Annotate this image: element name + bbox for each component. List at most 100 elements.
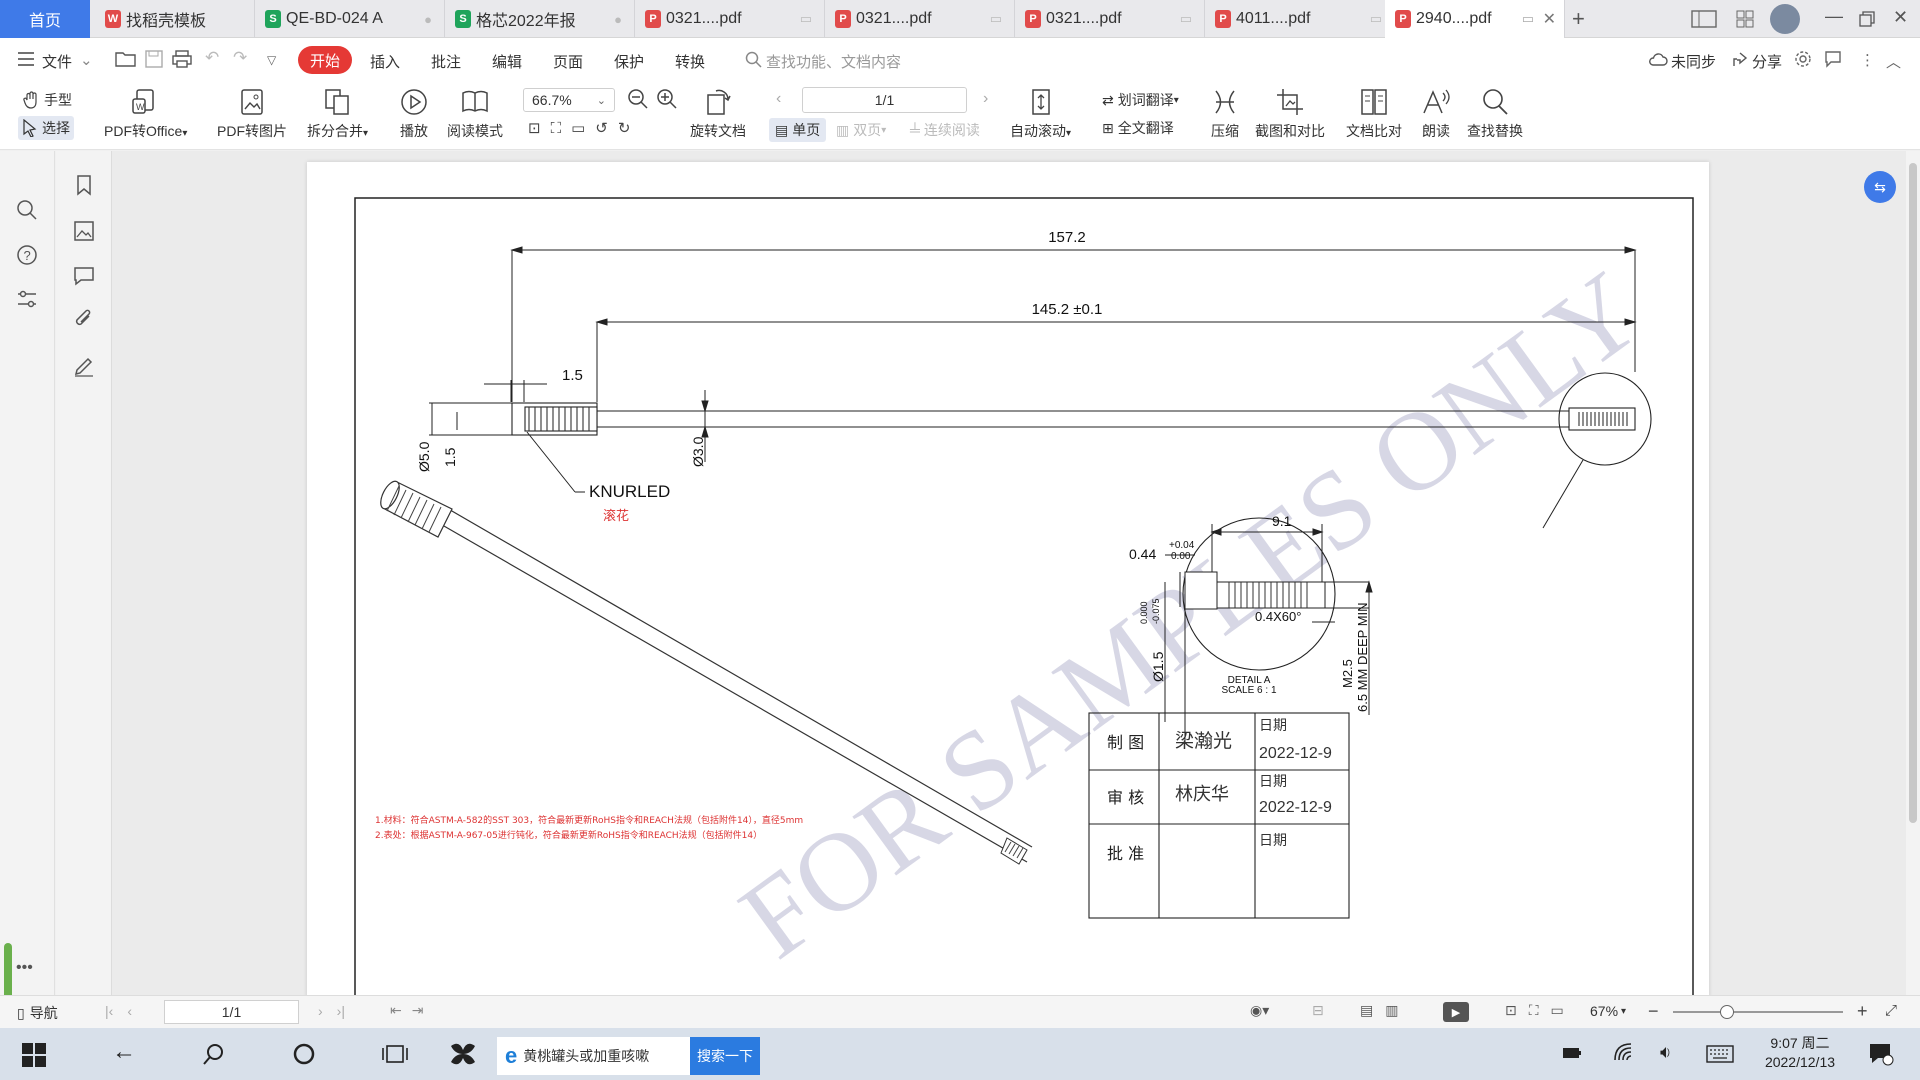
save-icon[interactable]	[145, 50, 163, 68]
grid-apps-icon[interactable]	[1735, 9, 1755, 29]
comment-panel-icon[interactable]	[72, 264, 96, 288]
more-quick-icon[interactable]: ▽	[267, 53, 276, 67]
fit-page-icon[interactable]: ⛶	[551, 120, 562, 137]
minimize-icon[interactable]: —	[1825, 6, 1843, 27]
tab-pdf-1[interactable]: P 0321....pdf ▭	[635, 0, 825, 38]
continuous-status-icon[interactable]: ⊟	[1312, 1002, 1324, 1019]
close-tab-icon[interactable]: ✕	[1543, 9, 1556, 29]
first-page-icon[interactable]: |‹	[105, 1003, 113, 1019]
compress-button[interactable]: 压缩	[1210, 87, 1240, 141]
menu-file[interactable]: 文件	[42, 51, 72, 72]
more-options-icon[interactable]: •••	[16, 959, 33, 977]
next-page-status-icon[interactable]: ›	[318, 1003, 323, 1019]
full-translate-button[interactable]: ⊞ 全文翻译	[1102, 118, 1174, 138]
menu-convert[interactable]: 转换	[675, 51, 705, 72]
wifi-icon[interactable]	[1613, 1042, 1633, 1062]
zoom-in-icon[interactable]	[656, 88, 678, 110]
sync-status[interactable]: 未同步	[1671, 51, 1716, 72]
menu-icon[interactable]	[17, 51, 35, 67]
status-page-input[interactable]: 1/1	[164, 1000, 299, 1024]
clock[interactable]: 9:07 周二 2022/12/13	[1755, 1034, 1845, 1072]
play-button[interactable]: 播放	[399, 87, 429, 141]
bookmark-icon[interactable]	[72, 173, 96, 197]
forward-icon[interactable]: ⇥	[412, 1002, 424, 1019]
last-page-icon[interactable]: ›|	[337, 1003, 345, 1019]
next-page-icon[interactable]: ›	[983, 90, 988, 108]
rotate-left-icon[interactable]: ↺	[595, 119, 608, 137]
pdf-to-office-button[interactable]: W PDF转Office▾	[104, 87, 187, 141]
read-mode-button[interactable]: 阅读模式	[447, 87, 503, 141]
thumbnail-image-icon[interactable]	[72, 219, 96, 243]
zoom-slider[interactable]	[1673, 1011, 1843, 1013]
nav-pane-toggle[interactable]: ▯ 导航	[17, 1003, 58, 1023]
zoom-out-status[interactable]: −	[1648, 1001, 1659, 1022]
taskbar-search-button[interactable]: 搜索一下	[690, 1037, 760, 1075]
split-merge-button[interactable]: 拆分合并▾	[307, 87, 368, 141]
menu-page[interactable]: 页面	[553, 51, 583, 72]
new-tab-icon[interactable]: +	[1572, 6, 1585, 32]
fit-width-icon[interactable]: ▭	[571, 119, 585, 137]
tab-home[interactable]: 首页	[0, 0, 90, 38]
play-status-icon[interactable]: ▶	[1443, 1002, 1469, 1022]
status-zoom[interactable]: 67% ▾	[1590, 1003, 1626, 1019]
sliders-icon[interactable]	[15, 287, 39, 311]
chevron-down-icon[interactable]: ⌄	[80, 51, 93, 69]
actual-size-icon[interactable]: ⊡	[528, 119, 541, 137]
tab-pdf-active[interactable]: P 2940....pdf ▭ ✕	[1385, 0, 1565, 38]
redo-icon[interactable]: ↷	[233, 48, 247, 68]
actual-size-status-icon[interactable]: ⊡	[1505, 1002, 1517, 1019]
share-icon[interactable]	[1731, 50, 1749, 68]
task-view-icon[interactable]	[382, 1042, 408, 1066]
menu-edit[interactable]: 编辑	[492, 51, 522, 72]
word-translate-button[interactable]: ⇄ 划词翻译 ▾	[1102, 90, 1179, 110]
wps-app-icon[interactable]	[448, 1040, 478, 1068]
zoom-out-icon[interactable]	[627, 88, 649, 110]
menu-annotate[interactable]: 批注	[431, 51, 461, 72]
document-viewport[interactable]: FOR SAMPLES ONLY 157.2 145.2 ±0.1 1.5 Ø5…	[112, 151, 1907, 995]
single-page-status-icon[interactable]: ▤	[1360, 1002, 1373, 1019]
notification-icon[interactable]	[1868, 1042, 1894, 1066]
comment-icon[interactable]	[1824, 50, 1842, 68]
fit-page-status-icon[interactable]: ⛶	[1529, 1002, 1539, 1019]
read-aloud-button[interactable]: 朗读	[1421, 87, 1451, 141]
prev-page-icon[interactable]: ‹	[776, 90, 781, 108]
share-button[interactable]: 分享	[1752, 51, 1782, 72]
back-arrow-icon[interactable]: ←	[112, 1038, 136, 1066]
auto-scroll-button[interactable]: 自动滚动▾	[1010, 87, 1071, 141]
translate-float-button[interactable]: ⇆	[1864, 171, 1896, 203]
tab-pdf-3[interactable]: P 0321....pdf ▭	[1015, 0, 1205, 38]
undo-icon[interactable]: ↶	[205, 48, 219, 68]
battery-icon[interactable]	[1562, 1046, 1582, 1060]
select-tool[interactable]: 选择	[18, 116, 74, 140]
restore-icon[interactable]	[1858, 10, 1876, 28]
tab-pdf-2[interactable]: P 0321....pdf ▭	[825, 0, 1015, 38]
double-page-button[interactable]: ▥ 双页 ▾	[836, 120, 886, 140]
screenshot-compare-button[interactable]: 截图和对比	[1255, 87, 1325, 141]
vertical-scrollbar[interactable]	[1906, 151, 1920, 995]
help-icon[interactable]: ?	[15, 243, 39, 267]
tab-sheet-report[interactable]: S 格芯2022年报 ●	[445, 0, 635, 38]
menu-insert[interactable]: 插入	[370, 51, 400, 72]
menu-start[interactable]: 开始	[298, 46, 352, 74]
continuous-read-button[interactable]: ╧ 连续阅读	[910, 120, 980, 140]
close-window-icon[interactable]: ✕	[1893, 7, 1908, 28]
eye-protect-icon[interactable]: ◉▾	[1250, 1002, 1269, 1019]
cloud-sync-icon[interactable]	[1648, 51, 1668, 67]
volume-icon[interactable]: 🔉︎	[1660, 1042, 1671, 1063]
taskbar-search-box[interactable]: e 黄桃罐头或加重咳嗽	[497, 1037, 691, 1075]
zoom-search-icon[interactable]	[15, 198, 39, 222]
single-page-button[interactable]: ▤ 单页	[769, 118, 827, 142]
rotate-doc-button[interactable]: 旋转文档	[690, 87, 746, 141]
doc-compare-button[interactable]: 文档比对	[1346, 87, 1402, 141]
print-icon[interactable]	[172, 50, 192, 68]
cortana-icon[interactable]	[292, 1042, 316, 1066]
pdf-to-image-button[interactable]: PDF转图片	[217, 87, 287, 141]
open-folder-icon[interactable]	[115, 50, 137, 68]
keyboard-icon[interactable]	[1706, 1045, 1734, 1063]
search-input[interactable]: 查找功能、文档内容	[766, 51, 901, 72]
attachment-icon[interactable]	[72, 308, 96, 332]
workspace-icon[interactable]	[1690, 9, 1718, 29]
prev-page-status-icon[interactable]: ‹	[127, 1003, 132, 1019]
zoom-slider-handle[interactable]	[1720, 1005, 1734, 1019]
avatar[interactable]	[1770, 4, 1800, 34]
